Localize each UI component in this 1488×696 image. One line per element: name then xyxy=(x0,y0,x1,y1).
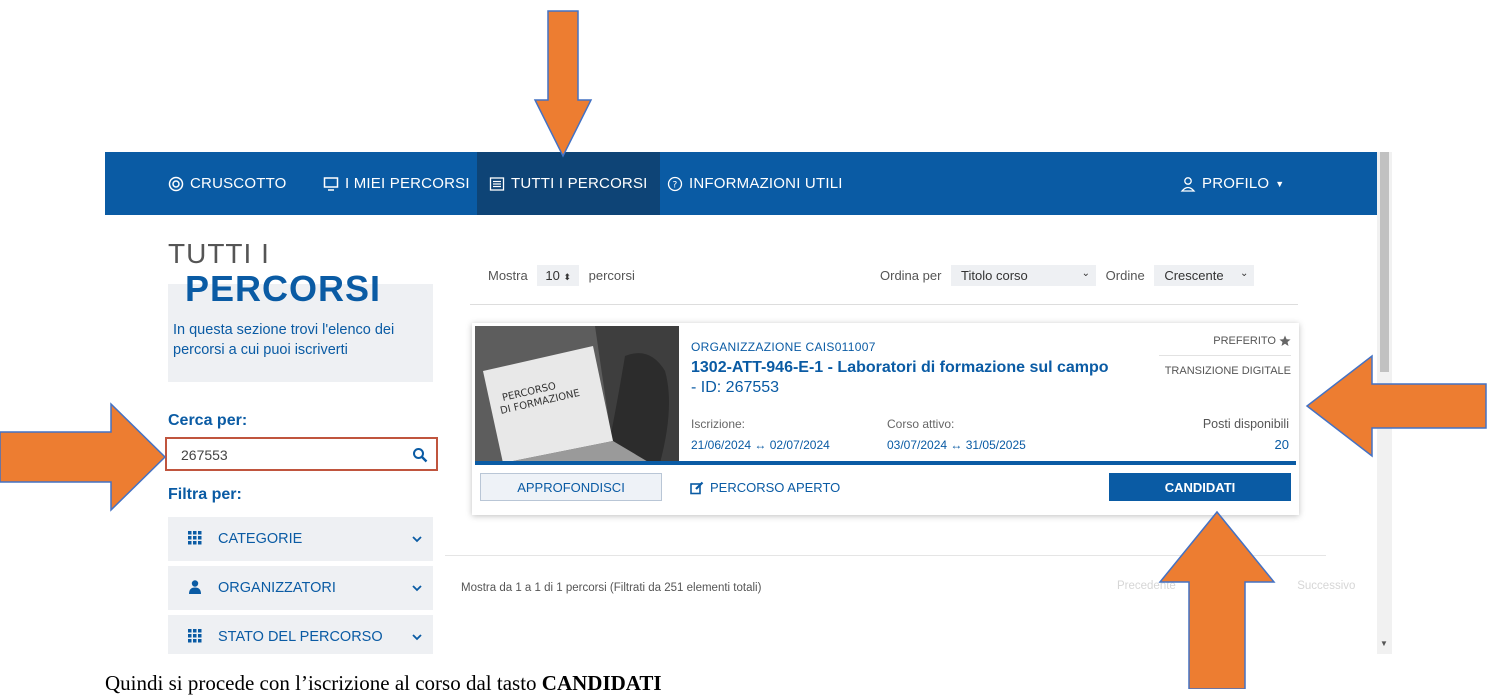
caption-text: Quindi si procede con l’iscrizione al co… xyxy=(105,671,542,695)
document-caption: Quindi si procede con l’iscrizione al co… xyxy=(105,671,662,696)
caption-bold: CANDIDATI xyxy=(541,671,662,695)
arrow-up-annotation xyxy=(1158,510,1276,689)
arrow-down-annotation xyxy=(533,10,593,158)
arrow-left-annotation xyxy=(1305,354,1487,458)
annotation-arrows xyxy=(0,10,1487,689)
arrow-right-annotation xyxy=(0,402,167,512)
